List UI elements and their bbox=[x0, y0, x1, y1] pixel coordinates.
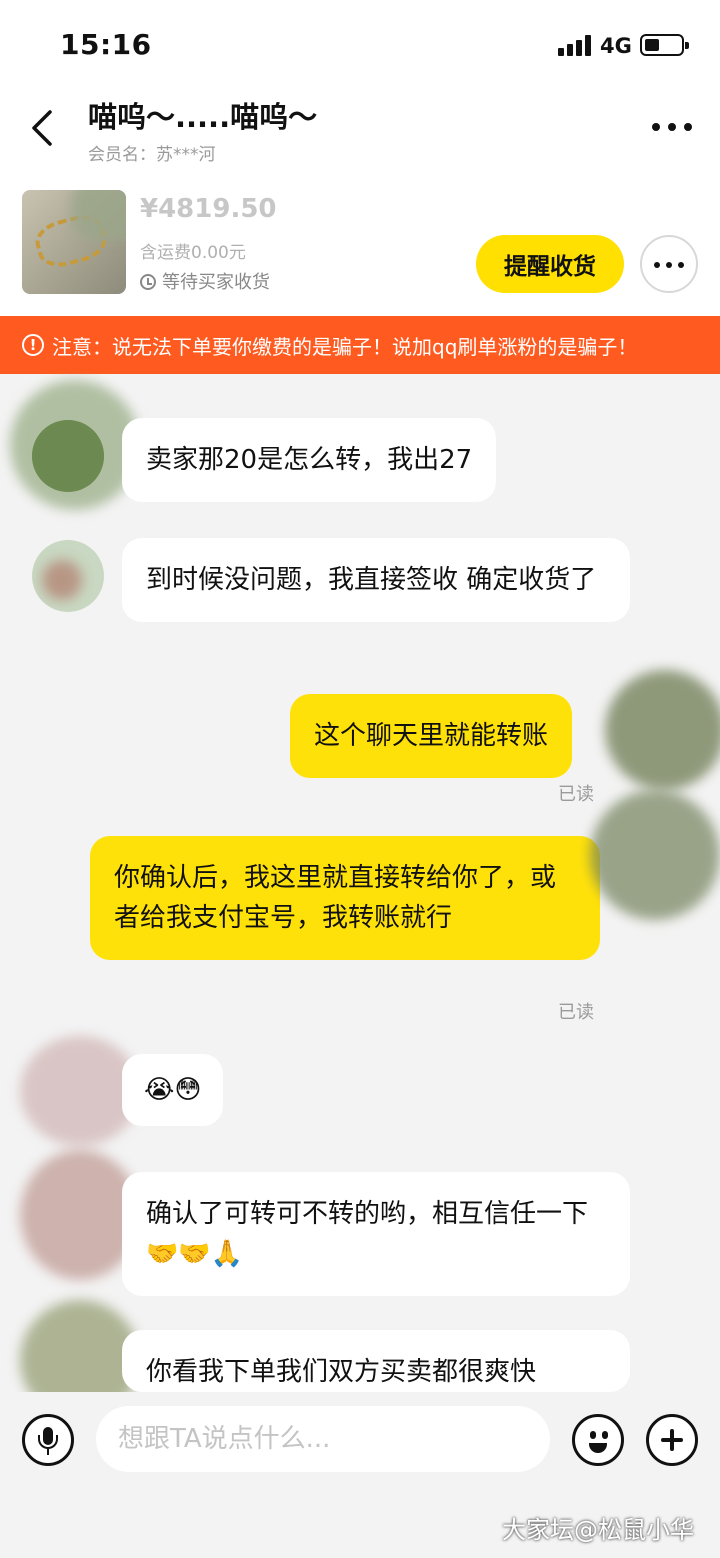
order-more-button[interactable] bbox=[640, 235, 698, 293]
network-type: 4G bbox=[600, 34, 632, 58]
message-bubble: 卖家那20是怎么转，我出27 bbox=[122, 418, 497, 502]
avatar-scribble bbox=[10, 380, 140, 510]
order-price: ¥4819.50 bbox=[140, 194, 277, 224]
product-thumbnail[interactable] bbox=[22, 190, 126, 294]
back-arrow-icon[interactable] bbox=[24, 106, 60, 150]
message-bubble: 😭😳 bbox=[122, 1054, 224, 1126]
seller-avatar[interactable] bbox=[32, 540, 104, 612]
status-time: 15:16 bbox=[60, 28, 152, 61]
chat-title: 喵呜～.....喵呜～ bbox=[88, 100, 318, 134]
order-status-text: 等待买家收货 bbox=[162, 272, 270, 293]
more-dots-icon[interactable] bbox=[650, 113, 694, 141]
battery-icon bbox=[640, 34, 689, 56]
signal-icon bbox=[558, 34, 592, 56]
read-receipt: 已读 bbox=[558, 784, 594, 805]
warning-icon: ! bbox=[22, 334, 44, 356]
emoji-icon[interactable] bbox=[572, 1414, 624, 1466]
order-status: 等待买家收货 bbox=[140, 268, 270, 294]
warning-text: 注意：说无法下单要你缴费的是骗子！说加qq刷单涨粉的是骗子！ bbox=[52, 334, 638, 359]
member-name: 会员名：苏***河 bbox=[88, 145, 216, 165]
message-bubble: 到时候没问题，我直接签收 确定收货了 bbox=[122, 538, 630, 622]
scam-warning-bar: ! 注意：说无法下单要你缴费的是骗子！说加qq刷单涨粉的是骗子！ bbox=[0, 316, 720, 374]
top-area: 15:16 4G 喵呜～.....喵呜～ 会员名：苏***河 ¥4819.50 … bbox=[0, 0, 720, 316]
watermark: 大家坛@松鼠小华 bbox=[502, 1516, 694, 1544]
remind-receipt-button[interactable]: 提醒收货 bbox=[476, 235, 624, 293]
message-input[interactable] bbox=[96, 1406, 550, 1472]
order-freight: 含运费0.00元 bbox=[140, 243, 246, 263]
user-avatar[interactable] bbox=[605, 670, 720, 790]
read-receipt: 已读 bbox=[558, 1002, 594, 1023]
chat-screen: 15:16 4G 喵呜～.....喵呜～ 会员名：苏***河 ¥4819.50 … bbox=[0, 0, 720, 1558]
user-avatar[interactable] bbox=[590, 790, 720, 920]
message-bubble-outgoing: 这个聊天里就能转账 bbox=[290, 694, 573, 778]
message-bubble: 确认了可转可不转的哟，相互信任一下 🤝🤝🙏 bbox=[122, 1172, 630, 1296]
microphone-icon[interactable] bbox=[22, 1414, 74, 1466]
plus-icon[interactable] bbox=[646, 1414, 698, 1466]
message-bubble: 你看我下单我们双方买卖都很爽快 bbox=[122, 1330, 630, 1392]
message-bubble-outgoing: 你确认后，我这里就直接转给你了，或者给我支付宝号，我转账就行 bbox=[90, 836, 600, 960]
clock-icon bbox=[140, 274, 156, 290]
